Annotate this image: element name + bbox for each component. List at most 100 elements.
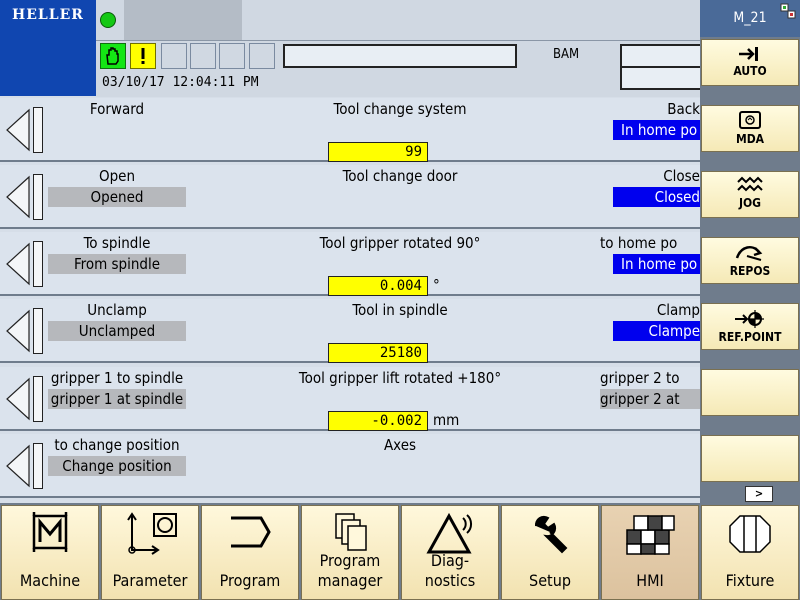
right-action-label[interactable]: Back: [600, 100, 700, 118]
scroll-right-button[interactable]: >: [745, 486, 773, 502]
softkey-label: Setup: [502, 571, 598, 591]
left-arrow-icon: [6, 444, 30, 488]
divider: [620, 66, 702, 68]
softkey-program[interactable]: Program: [201, 505, 299, 600]
softkey-label-line: Program: [219, 571, 281, 590]
right-state: gripper 2 at: [600, 389, 700, 409]
row-title: Tool gripper rotated 90°: [319, 234, 481, 252]
right-state: In home po: [613, 120, 700, 140]
function-row: Open Opened Tool change door Close Closed: [0, 165, 700, 229]
jog-icon: [702, 176, 798, 196]
left-arrow-button[interactable]: [3, 443, 43, 489]
softkey-mda[interactable]: MDA: [701, 105, 799, 152]
softkey-label: REPOS: [729, 264, 771, 278]
softkey-parameter[interactable]: Parameter: [101, 505, 199, 600]
refpoint-icon: [702, 308, 798, 330]
softkey-label-line: Diag-: [430, 551, 470, 570]
softkey-label-line: manager: [317, 571, 383, 590]
function-row: To spindle From spindle Tool gripper rotat…: [0, 232, 700, 296]
softkey-program-manager[interactable]: Program manager: [301, 505, 399, 600]
left-arrow-button[interactable]: [3, 376, 43, 422]
row-title: Axes: [383, 436, 417, 454]
softkey-fixture[interactable]: Fixture: [701, 505, 799, 600]
arrow-bar: [33, 443, 43, 489]
arrow-bar: [33, 308, 43, 354]
row-title: Tool in spindle: [352, 301, 448, 319]
status-indicator-empty: [219, 43, 245, 69]
row-title: Tool gripper lift rotated +180°: [298, 369, 502, 387]
value-display: -0.002: [328, 411, 428, 431]
left-state: gripper 1 at spindle: [48, 389, 186, 409]
softkey-label: HMI: [602, 571, 698, 591]
left-action-label[interactable]: to change position: [48, 436, 186, 454]
function-row: Forward Tool change system 99 Back In home p…: [0, 98, 700, 162]
repos-icon: [702, 242, 798, 264]
function-row: gripper 1 to spindle gripper 1 at spindle…: [0, 367, 700, 431]
bam-label: BAM: [553, 47, 580, 62]
softkey-auto[interactable]: AUTO: [701, 39, 799, 86]
softkey-jog[interactable]: JOG: [701, 171, 799, 218]
left-arrow-icon: [6, 108, 30, 152]
softkey-ref-point[interactable]: REF.POINT: [701, 303, 799, 350]
left-arrow-button[interactable]: [3, 308, 43, 354]
left-state: Unclamped: [48, 321, 186, 341]
softkey-machine[interactable]: Machine: [1, 505, 99, 600]
softkey-label-line: Parameter: [112, 571, 188, 590]
softkey-label-line: Setup: [529, 571, 571, 590]
right-state: Clampe: [613, 321, 700, 341]
softkey-label: AUTO: [733, 64, 767, 78]
softkey-setup[interactable]: Setup: [501, 505, 599, 600]
left-state: From spindle: [48, 254, 186, 274]
warning-icon: [130, 43, 156, 69]
softkey-label: Program: [202, 571, 298, 591]
softkey-diag-nostics[interactable]: Diag-nostics: [401, 505, 499, 600]
function-row: to change position Change position Axes: [0, 434, 700, 498]
softkey-label-line: Program: [319, 551, 381, 570]
right-action-label[interactable]: Close: [600, 167, 700, 185]
left-action-label[interactable]: Forward: [48, 100, 186, 118]
header-status-area: [124, 0, 242, 40]
arrow-bar: [33, 174, 43, 220]
softkey-empty[interactable]: [701, 369, 799, 416]
left-arrow-icon: [6, 309, 30, 353]
row-title: Tool change door: [342, 167, 458, 185]
softkey-hmi[interactable]: HMI: [601, 505, 699, 600]
left-arrow-icon: [6, 242, 30, 286]
left-action-label[interactable]: gripper 1 to spindle: [48, 369, 186, 387]
right-state: Closed: [613, 187, 700, 207]
mda-icon: [702, 110, 798, 132]
right-state: In home po: [613, 254, 700, 274]
left-action-label[interactable]: Unclamp: [48, 301, 186, 319]
softkey-label: JOG: [738, 196, 762, 210]
softkey-empty[interactable]: [701, 435, 799, 482]
hand-mode-icon: [100, 43, 126, 69]
softkey-label-line: Fixture: [725, 571, 775, 590]
value-display: 99: [328, 142, 428, 162]
left-action-label[interactable]: Open: [48, 167, 186, 185]
softkey-repos[interactable]: REPOS: [701, 237, 799, 284]
softkey-label: Program manager: [302, 551, 398, 591]
softkey-label: Parameter: [102, 571, 198, 591]
value-display: 25180: [328, 343, 428, 363]
channel-switch-icon[interactable]: [780, 3, 796, 19]
value-unit: °: [433, 276, 440, 294]
left-arrow-button[interactable]: [3, 241, 43, 287]
right-action-label[interactable]: Clamp: [600, 301, 700, 319]
right-action-label[interactable]: gripper 2 to: [600, 369, 700, 387]
auto-icon: [702, 44, 798, 64]
left-arrow-button[interactable]: [3, 107, 43, 153]
left-arrow-icon: [6, 175, 30, 219]
left-action-label[interactable]: To spindle: [48, 234, 186, 252]
right-action-label[interactable]: to home po: [600, 234, 700, 252]
softkey-label: REF.POINT: [718, 330, 782, 344]
softkey-label-line: Machine: [19, 571, 81, 590]
value-display: 0.004: [328, 276, 428, 296]
status-indicator-empty: [161, 43, 187, 69]
softkey-label-line: HMI: [636, 571, 664, 590]
left-state: Opened: [48, 187, 186, 207]
value-unit: mm: [433, 411, 460, 429]
softkey-label: Diag-nostics: [402, 551, 498, 591]
left-arrow-icon: [6, 377, 30, 421]
softkey-label: Machine: [2, 571, 98, 591]
left-arrow-button[interactable]: [3, 174, 43, 220]
